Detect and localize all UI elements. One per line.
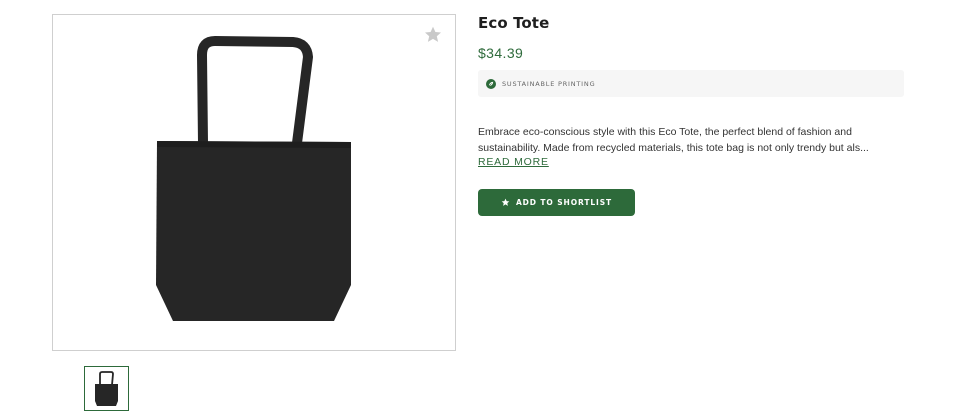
product-image-tote-bag: [156, 36, 351, 321]
sustainability-badge: SUSTAINABLE PRINTING: [478, 70, 904, 97]
product-image-frame: [52, 14, 456, 351]
product-title: Eco Tote: [478, 14, 550, 32]
add-to-shortlist-label: ADD TO SHORTLIST: [515, 198, 613, 207]
leaf-icon: [486, 79, 496, 89]
read-more-link[interactable]: READ MORE: [478, 156, 549, 168]
add-to-shortlist-button[interactable]: ADD TO SHORTLIST: [478, 189, 635, 216]
favorite-star-icon[interactable]: [423, 25, 443, 45]
star-icon: [501, 198, 510, 206]
thumbnail-tote-bag[interactable]: [84, 366, 129, 411]
product-price: $34.39: [478, 45, 524, 61]
description-line: Embrace eco-conscious style with this Ec…: [478, 126, 852, 138]
description-line: sustainability. Made from recycled mater…: [478, 142, 869, 154]
badge-label: SUSTAINABLE PRINTING: [502, 80, 596, 88]
product-info: Eco Tote $34.39 SUSTAINABLE PRINTING Emb…: [478, 14, 908, 216]
product-description: Embrace eco-conscious style with this Ec…: [478, 124, 908, 156]
thumbnail-tote-bag-image: [95, 371, 118, 406]
